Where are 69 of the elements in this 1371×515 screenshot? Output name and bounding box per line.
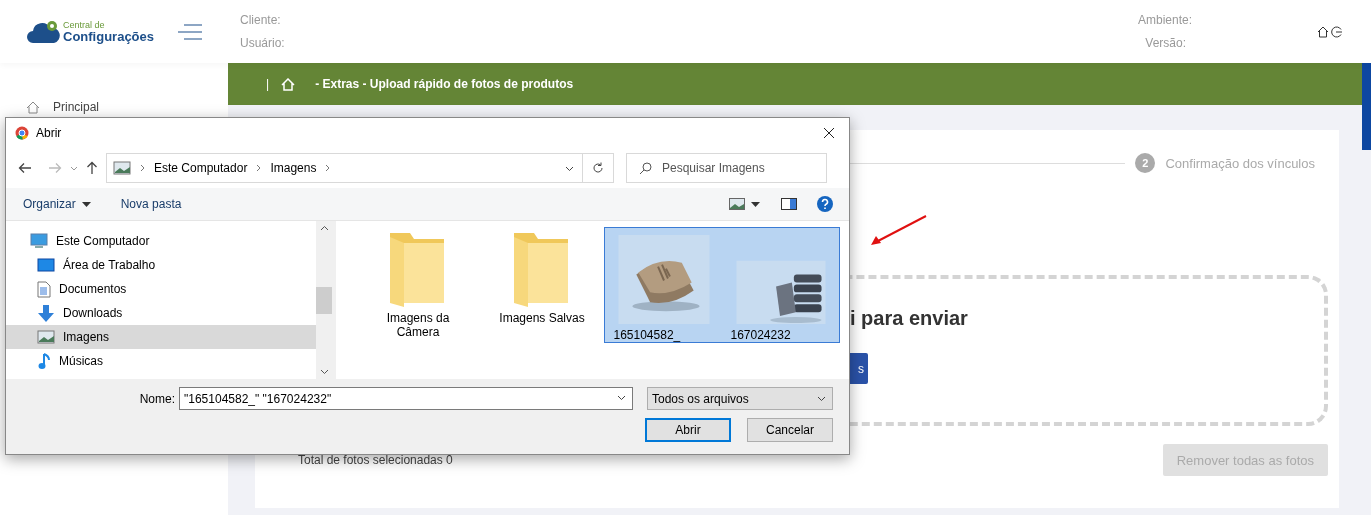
- file-name: 165104582_: [613, 328, 682, 342]
- filename-label: Nome:: [139, 391, 175, 406]
- file-type-dropdown[interactable]: Todos os arquivos: [647, 387, 833, 410]
- file-name: Imagens Salvas: [498, 311, 586, 325]
- image-file-item[interactable]: 165104582_: [605, 228, 722, 342]
- chevron-icon[interactable]: [325, 164, 331, 172]
- download-arrow-icon: [37, 304, 55, 322]
- chevron-icon[interactable]: [140, 164, 145, 172]
- help-icon[interactable]: [817, 196, 833, 212]
- cloud-gear-icon: [27, 18, 61, 45]
- document-icon: [37, 280, 51, 298]
- filename-field[interactable]: "165104582_" "167024232": [179, 387, 633, 410]
- caret-icon[interactable]: [565, 166, 574, 172]
- caret-icon: [81, 201, 91, 207]
- file-name: Imagens da Câmera: [385, 311, 451, 339]
- tree-item[interactable]: Documentos: [6, 277, 316, 301]
- picture-icon: [113, 161, 131, 175]
- tree-item[interactable]: Músicas: [6, 349, 316, 373]
- cancel-button[interactable]: Cancelar: [747, 418, 833, 442]
- search-icon: [639, 161, 652, 175]
- tree-item[interactable]: Imagens: [6, 325, 316, 349]
- address-bar[interactable]: Este Computador Imagens: [106, 153, 583, 183]
- up-arrow-icon[interactable]: [86, 161, 98, 175]
- arrow-icon: [870, 214, 928, 246]
- scroll-thumb[interactable]: [316, 287, 332, 314]
- search-field[interactable]: Pesquisar Imagens: [626, 153, 827, 183]
- drop-zone-text: i para enviar: [850, 307, 969, 330]
- tree-item[interactable]: Este Computador: [6, 229, 316, 253]
- scroll-up-icon[interactable]: [319, 225, 329, 231]
- logout-icon[interactable]: [1331, 25, 1343, 38]
- monitor-icon: [30, 233, 48, 249]
- environment-label: Ambiente:: [1137, 13, 1192, 27]
- open-button[interactable]: Abrir: [645, 418, 731, 442]
- home-icon[interactable]: [1317, 25, 1329, 38]
- step-label: Confirmação dos vínculos: [1165, 155, 1315, 171]
- refresh-icon: [592, 162, 604, 174]
- preview-pane-icon[interactable]: [781, 198, 797, 210]
- path-segment[interactable]: Este Computador: [154, 161, 248, 175]
- version-label: Versão:: [1145, 36, 1186, 50]
- refresh-button[interactable]: [582, 153, 614, 183]
- scroll-down-icon[interactable]: [319, 369, 329, 375]
- tree-item[interactable]: Área de Trabalho: [6, 253, 316, 277]
- logo-title: Configurações: [63, 29, 154, 43]
- total-label: Total de fotos selecionadas 0: [298, 453, 453, 467]
- new-folder-button[interactable]: Nova pasta: [120, 197, 182, 211]
- separator-text: |: [266, 77, 270, 91]
- user-label: Usuário:: [240, 36, 285, 50]
- breadcrumb-text: - Extras - Upload rápido de fotos de produtos: [315, 77, 574, 91]
- caret-icon[interactable]: [617, 395, 626, 401]
- view-options-icon[interactable]: [729, 198, 761, 210]
- file-name: 167024232: [730, 328, 792, 342]
- path-segment[interactable]: Imagens: [270, 161, 317, 175]
- caret-icon[interactable]: [817, 395, 826, 402]
- sidebar-item[interactable]: Principal: [0, 100, 228, 114]
- logo-subtitle: Central de: [63, 20, 106, 30]
- tree-item[interactable]: Downloads: [6, 301, 316, 325]
- chevron-icon[interactable]: [256, 164, 262, 172]
- close-icon[interactable]: [823, 127, 835, 139]
- organize-menu[interactable]: Organizar: [23, 197, 91, 211]
- music-note-icon: [37, 352, 51, 370]
- image-file-item[interactable]: 167024232: [722, 228, 839, 342]
- desktop-icon: [37, 258, 55, 272]
- back-arrow-icon[interactable]: [18, 162, 32, 174]
- browser-logo-icon: [15, 126, 29, 140]
- step-number: 2: [1135, 153, 1156, 173]
- picture-icon: [37, 330, 55, 344]
- home-icon: [26, 100, 40, 114]
- dialog-title: Abrir: [36, 126, 62, 140]
- client-label: Cliente:: [240, 13, 282, 27]
